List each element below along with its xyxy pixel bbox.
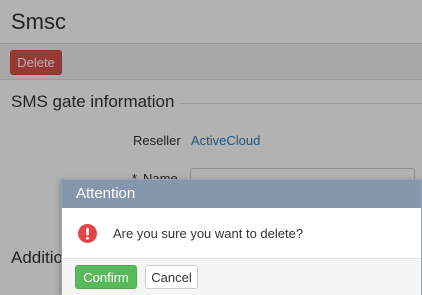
dialog-footer: Confirm Cancel xyxy=(62,258,421,295)
cancel-button[interactable]: Cancel xyxy=(145,265,198,289)
dialog-message: Are you sure you want to delete? xyxy=(113,226,304,241)
smsc-page: Smsc Delete SMS gate information Reselle… xyxy=(0,0,422,295)
dialog-title: Attention xyxy=(62,180,421,208)
dialog-body: Are you sure you want to delete? xyxy=(62,208,421,258)
confirm-button[interactable]: Confirm xyxy=(75,265,137,289)
exclamation-circle-icon xyxy=(78,224,97,243)
confirm-delete-dialog: Attention Are you sure you want to delet… xyxy=(61,179,422,295)
